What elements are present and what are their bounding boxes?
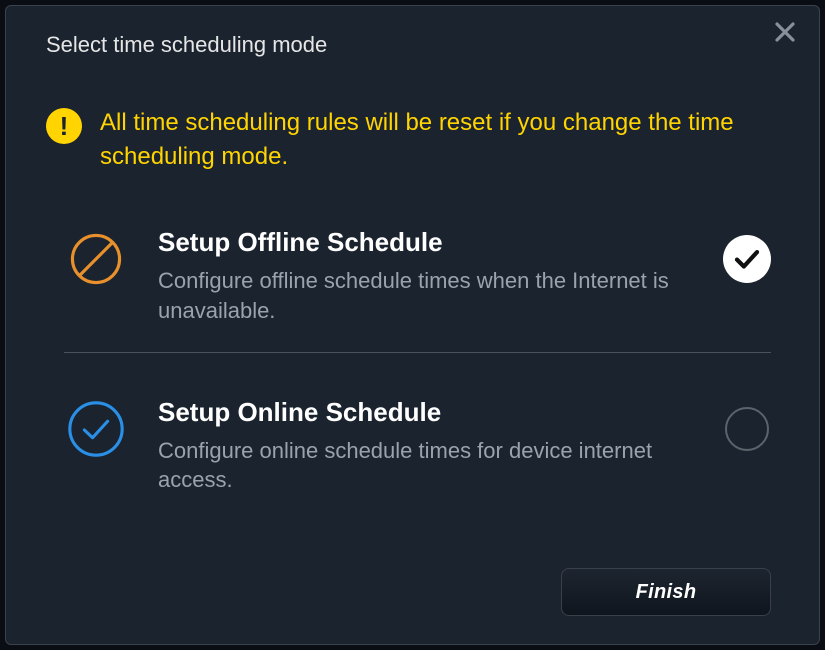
option-divider: [64, 352, 771, 353]
dialog-title: Select time scheduling mode: [46, 32, 779, 58]
time-scheduling-dialog: Select time scheduling mode ! All time s…: [5, 5, 820, 645]
checkmark-icon: [732, 244, 762, 274]
warning-icon: !: [46, 108, 82, 144]
option-desc: Configure online schedule times for devi…: [158, 436, 693, 495]
option-title: Setup Online Schedule: [158, 397, 693, 428]
radio-unselected[interactable]: [723, 405, 771, 453]
radio-selected[interactable]: [723, 235, 771, 283]
option-offline-schedule[interactable]: Setup Offline Schedule Configure offline…: [56, 213, 779, 351]
check-circle-icon: [64, 397, 128, 461]
option-body: Setup Offline Schedule Configure offline…: [158, 227, 693, 325]
warning-text: All time scheduling rules will be reset …: [100, 106, 779, 173]
finish-button[interactable]: Finish: [561, 568, 771, 616]
option-body: Setup Online Schedule Configure online s…: [158, 397, 693, 495]
options-list: Setup Offline Schedule Configure offline…: [46, 213, 779, 568]
warning-banner: ! All time scheduling rules will be rese…: [46, 106, 779, 173]
option-online-schedule[interactable]: Setup Online Schedule Configure online s…: [56, 383, 779, 521]
option-desc: Configure offline schedule times when th…: [158, 266, 693, 325]
option-title: Setup Offline Schedule: [158, 227, 693, 258]
exclamation-icon: !: [60, 113, 69, 139]
prohibit-icon: [64, 227, 128, 291]
dialog-footer: Finish: [46, 568, 779, 616]
close-icon: [773, 20, 797, 44]
close-button[interactable]: [773, 20, 801, 48]
